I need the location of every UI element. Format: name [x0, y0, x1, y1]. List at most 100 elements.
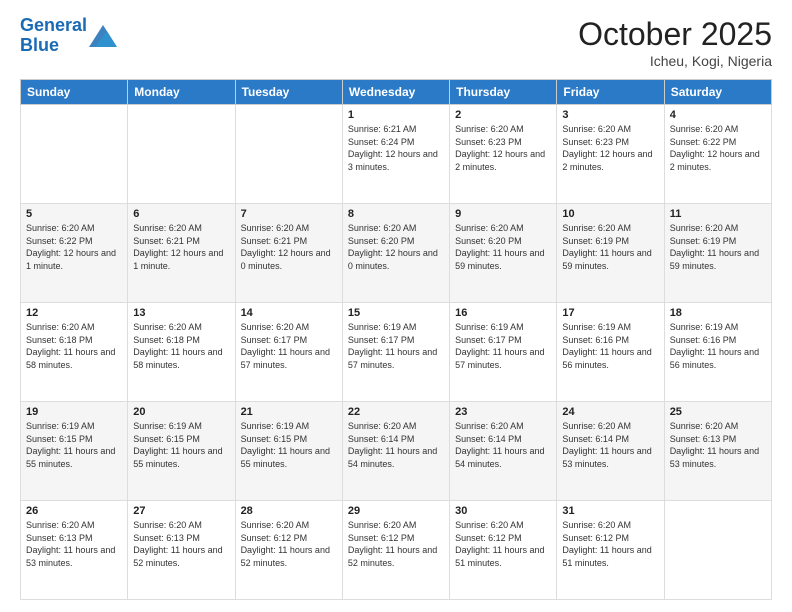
col-friday: Friday — [557, 80, 664, 105]
day-info: Sunrise: 6:20 AM Sunset: 6:18 PM Dayligh… — [26, 321, 122, 371]
day-number: 2 — [455, 109, 551, 121]
day-number: 1 — [348, 109, 444, 121]
day-info: Sunrise: 6:20 AM Sunset: 6:14 PM Dayligh… — [562, 420, 658, 470]
calendar-week-3: 12 Sunrise: 6:20 AM Sunset: 6:18 PM Dayli… — [21, 303, 772, 402]
col-tuesday: Tuesday — [235, 80, 342, 105]
calendar-cell: 16Sunrise: 6:19 AM Sunset: 6:17 PM Dayli… — [450, 303, 557, 402]
calendar-cell: 26Sunrise: 6:20 AM Sunset: 6:13 PM Dayli… — [21, 501, 128, 600]
calendar-cell: 1 Sunrise: 6:21 AM Sunset: 6:24 PM Daylig… — [342, 105, 449, 204]
calendar-cell: 14 Sunrise: 6:20 AM Sunset: 6:17 PM Dayli… — [235, 303, 342, 402]
calendar-week-2: 5Sunrise: 6:20 AM Sunset: 6:22 PM Daylig… — [21, 204, 772, 303]
logo-text: General Blue — [20, 16, 87, 56]
day-info: Sunrise: 6:19 AM Sunset: 6:16 PM Dayligh… — [670, 321, 766, 371]
col-wednesday: Wednesday — [342, 80, 449, 105]
day-info: Sunrise: 6:20 AM Sunset: 6:20 PM Dayligh… — [455, 222, 551, 272]
calendar-cell: 27Sunrise: 6:20 AM Sunset: 6:13 PM Dayli… — [128, 501, 235, 600]
calendar-cell — [235, 105, 342, 204]
page: General Blue October 2025 Icheu, Kogi, N… — [0, 0, 792, 612]
day-number: 13 — [133, 307, 229, 319]
calendar-cell — [128, 105, 235, 204]
calendar-cell: 22 Sunrise: 6:20 AM Sunset: 6:14 PM Dayli… — [342, 402, 449, 501]
calendar-cell: 21Sunrise: 6:19 AM Sunset: 6:15 PM Dayli… — [235, 402, 342, 501]
day-info: Sunrise: 6:20 AM Sunset: 6:14 PM Dayligh… — [348, 420, 444, 470]
calendar-week-4: 19 Sunrise: 6:19 AM Sunset: 6:15 PM Dayli… — [21, 402, 772, 501]
calendar-cell: 15Sunrise: 6:19 AM Sunset: 6:17 PM Dayli… — [342, 303, 449, 402]
day-info: Sunrise: 6:19 AM Sunset: 6:15 PM Dayligh… — [241, 420, 337, 470]
calendar-week-1: 1 Sunrise: 6:21 AM Sunset: 6:24 PM Daylig… — [21, 105, 772, 204]
calendar-cell: 3 Sunrise: 6:20 AM Sunset: 6:23 PM Daylig… — [557, 105, 664, 204]
logo: General Blue — [20, 16, 117, 56]
day-info: Sunrise: 6:20 AM Sunset: 6:19 PM Dayligh… — [670, 222, 766, 272]
day-number: 29 — [348, 505, 444, 517]
location-title: Icheu, Kogi, Nigeria — [578, 53, 772, 69]
day-number: 19 — [26, 406, 122, 418]
day-info: Sunrise: 6:20 AM Sunset: 6:23 PM Dayligh… — [455, 123, 551, 173]
day-info: Sunrise: 6:20 AM Sunset: 6:21 PM Dayligh… — [133, 222, 229, 272]
calendar-cell: 24 Sunrise: 6:20 AM Sunset: 6:14 PM Dayli… — [557, 402, 664, 501]
day-number: 7 — [241, 208, 337, 220]
calendar-cell: 19 Sunrise: 6:19 AM Sunset: 6:15 PM Dayli… — [21, 402, 128, 501]
calendar-cell: 20 Sunrise: 6:19 AM Sunset: 6:15 PM Dayli… — [128, 402, 235, 501]
logo-icon — [89, 25, 117, 47]
day-number: 27 — [133, 505, 229, 517]
logo-blue: Blue — [20, 35, 59, 55]
day-number: 31 — [562, 505, 658, 517]
day-info: Sunrise: 6:19 AM Sunset: 6:16 PM Dayligh… — [562, 321, 658, 371]
calendar-cell: 13 Sunrise: 6:20 AM Sunset: 6:18 PM Dayli… — [128, 303, 235, 402]
day-number: 16 — [455, 307, 551, 319]
day-info: Sunrise: 6:20 AM Sunset: 6:13 PM Dayligh… — [670, 420, 766, 470]
day-number: 25 — [670, 406, 766, 418]
calendar-cell: 25 Sunrise: 6:20 AM Sunset: 6:13 PM Dayli… — [664, 402, 771, 501]
col-saturday: Saturday — [664, 80, 771, 105]
calendar-cell: 4 Sunrise: 6:20 AM Sunset: 6:22 PM Daylig… — [664, 105, 771, 204]
calendar-cell: 30 Sunrise: 6:20 AM Sunset: 6:12 PM Dayli… — [450, 501, 557, 600]
day-number: 24 — [562, 406, 658, 418]
day-info: Sunrise: 6:20 AM Sunset: 6:18 PM Dayligh… — [133, 321, 229, 371]
day-info: Sunrise: 6:20 AM Sunset: 6:12 PM Dayligh… — [348, 519, 444, 569]
calendar-cell: 12 Sunrise: 6:20 AM Sunset: 6:18 PM Dayli… — [21, 303, 128, 402]
day-number: 28 — [241, 505, 337, 517]
calendar-cell — [664, 501, 771, 600]
day-number: 26 — [26, 505, 122, 517]
day-number: 14 — [241, 307, 337, 319]
calendar-cell: 11 Sunrise: 6:20 AM Sunset: 6:19 PM Dayli… — [664, 204, 771, 303]
day-number: 30 — [455, 505, 551, 517]
col-thursday: Thursday — [450, 80, 557, 105]
day-number: 23 — [455, 406, 551, 418]
day-number: 20 — [133, 406, 229, 418]
day-info: Sunrise: 6:20 AM Sunset: 6:22 PM Dayligh… — [670, 123, 766, 173]
day-number: 4 — [670, 109, 766, 121]
calendar-cell: 8 Sunrise: 6:20 AM Sunset: 6:20 PM Daylig… — [342, 204, 449, 303]
day-number: 18 — [670, 307, 766, 319]
calendar-cell: 28 Sunrise: 6:20 AM Sunset: 6:12 PM Dayli… — [235, 501, 342, 600]
day-number: 6 — [133, 208, 229, 220]
day-number: 22 — [348, 406, 444, 418]
day-number: 15 — [348, 307, 444, 319]
day-info: Sunrise: 6:20 AM Sunset: 6:23 PM Dayligh… — [562, 123, 658, 173]
day-number: 12 — [26, 307, 122, 319]
logo-general: General — [20, 15, 87, 35]
calendar-cell: 2 Sunrise: 6:20 AM Sunset: 6:23 PM Daylig… — [450, 105, 557, 204]
calendar-cell: 31Sunrise: 6:20 AM Sunset: 6:12 PM Dayli… — [557, 501, 664, 600]
day-number: 11 — [670, 208, 766, 220]
day-info: Sunrise: 6:20 AM Sunset: 6:21 PM Dayligh… — [241, 222, 337, 272]
day-info: Sunrise: 6:19 AM Sunset: 6:15 PM Dayligh… — [26, 420, 122, 470]
day-info: Sunrise: 6:20 AM Sunset: 6:20 PM Dayligh… — [348, 222, 444, 272]
day-info: Sunrise: 6:21 AM Sunset: 6:24 PM Dayligh… — [348, 123, 444, 173]
day-info: Sunrise: 6:19 AM Sunset: 6:15 PM Dayligh… — [133, 420, 229, 470]
month-title: October 2025 — [578, 16, 772, 53]
day-number: 3 — [562, 109, 658, 121]
day-info: Sunrise: 6:20 AM Sunset: 6:17 PM Dayligh… — [241, 321, 337, 371]
calendar-cell: 29 Sunrise: 6:20 AM Sunset: 6:12 PM Dayli… — [342, 501, 449, 600]
day-info: Sunrise: 6:20 AM Sunset: 6:12 PM Dayligh… — [241, 519, 337, 569]
calendar-cell: 5Sunrise: 6:20 AM Sunset: 6:22 PM Daylig… — [21, 204, 128, 303]
col-sunday: Sunday — [21, 80, 128, 105]
calendar-cell: 18 Sunrise: 6:19 AM Sunset: 6:16 PM Dayli… — [664, 303, 771, 402]
day-number: 8 — [348, 208, 444, 220]
title-block: October 2025 Icheu, Kogi, Nigeria — [578, 16, 772, 69]
calendar-cell: 6 Sunrise: 6:20 AM Sunset: 6:21 PM Daylig… — [128, 204, 235, 303]
calendar-cell: 10Sunrise: 6:20 AM Sunset: 6:19 PM Dayli… — [557, 204, 664, 303]
calendar-cell: 17Sunrise: 6:19 AM Sunset: 6:16 PM Dayli… — [557, 303, 664, 402]
calendar-table: Sunday Monday Tuesday Wednesday Thursday… — [20, 79, 772, 600]
day-info: Sunrise: 6:20 AM Sunset: 6:12 PM Dayligh… — [455, 519, 551, 569]
